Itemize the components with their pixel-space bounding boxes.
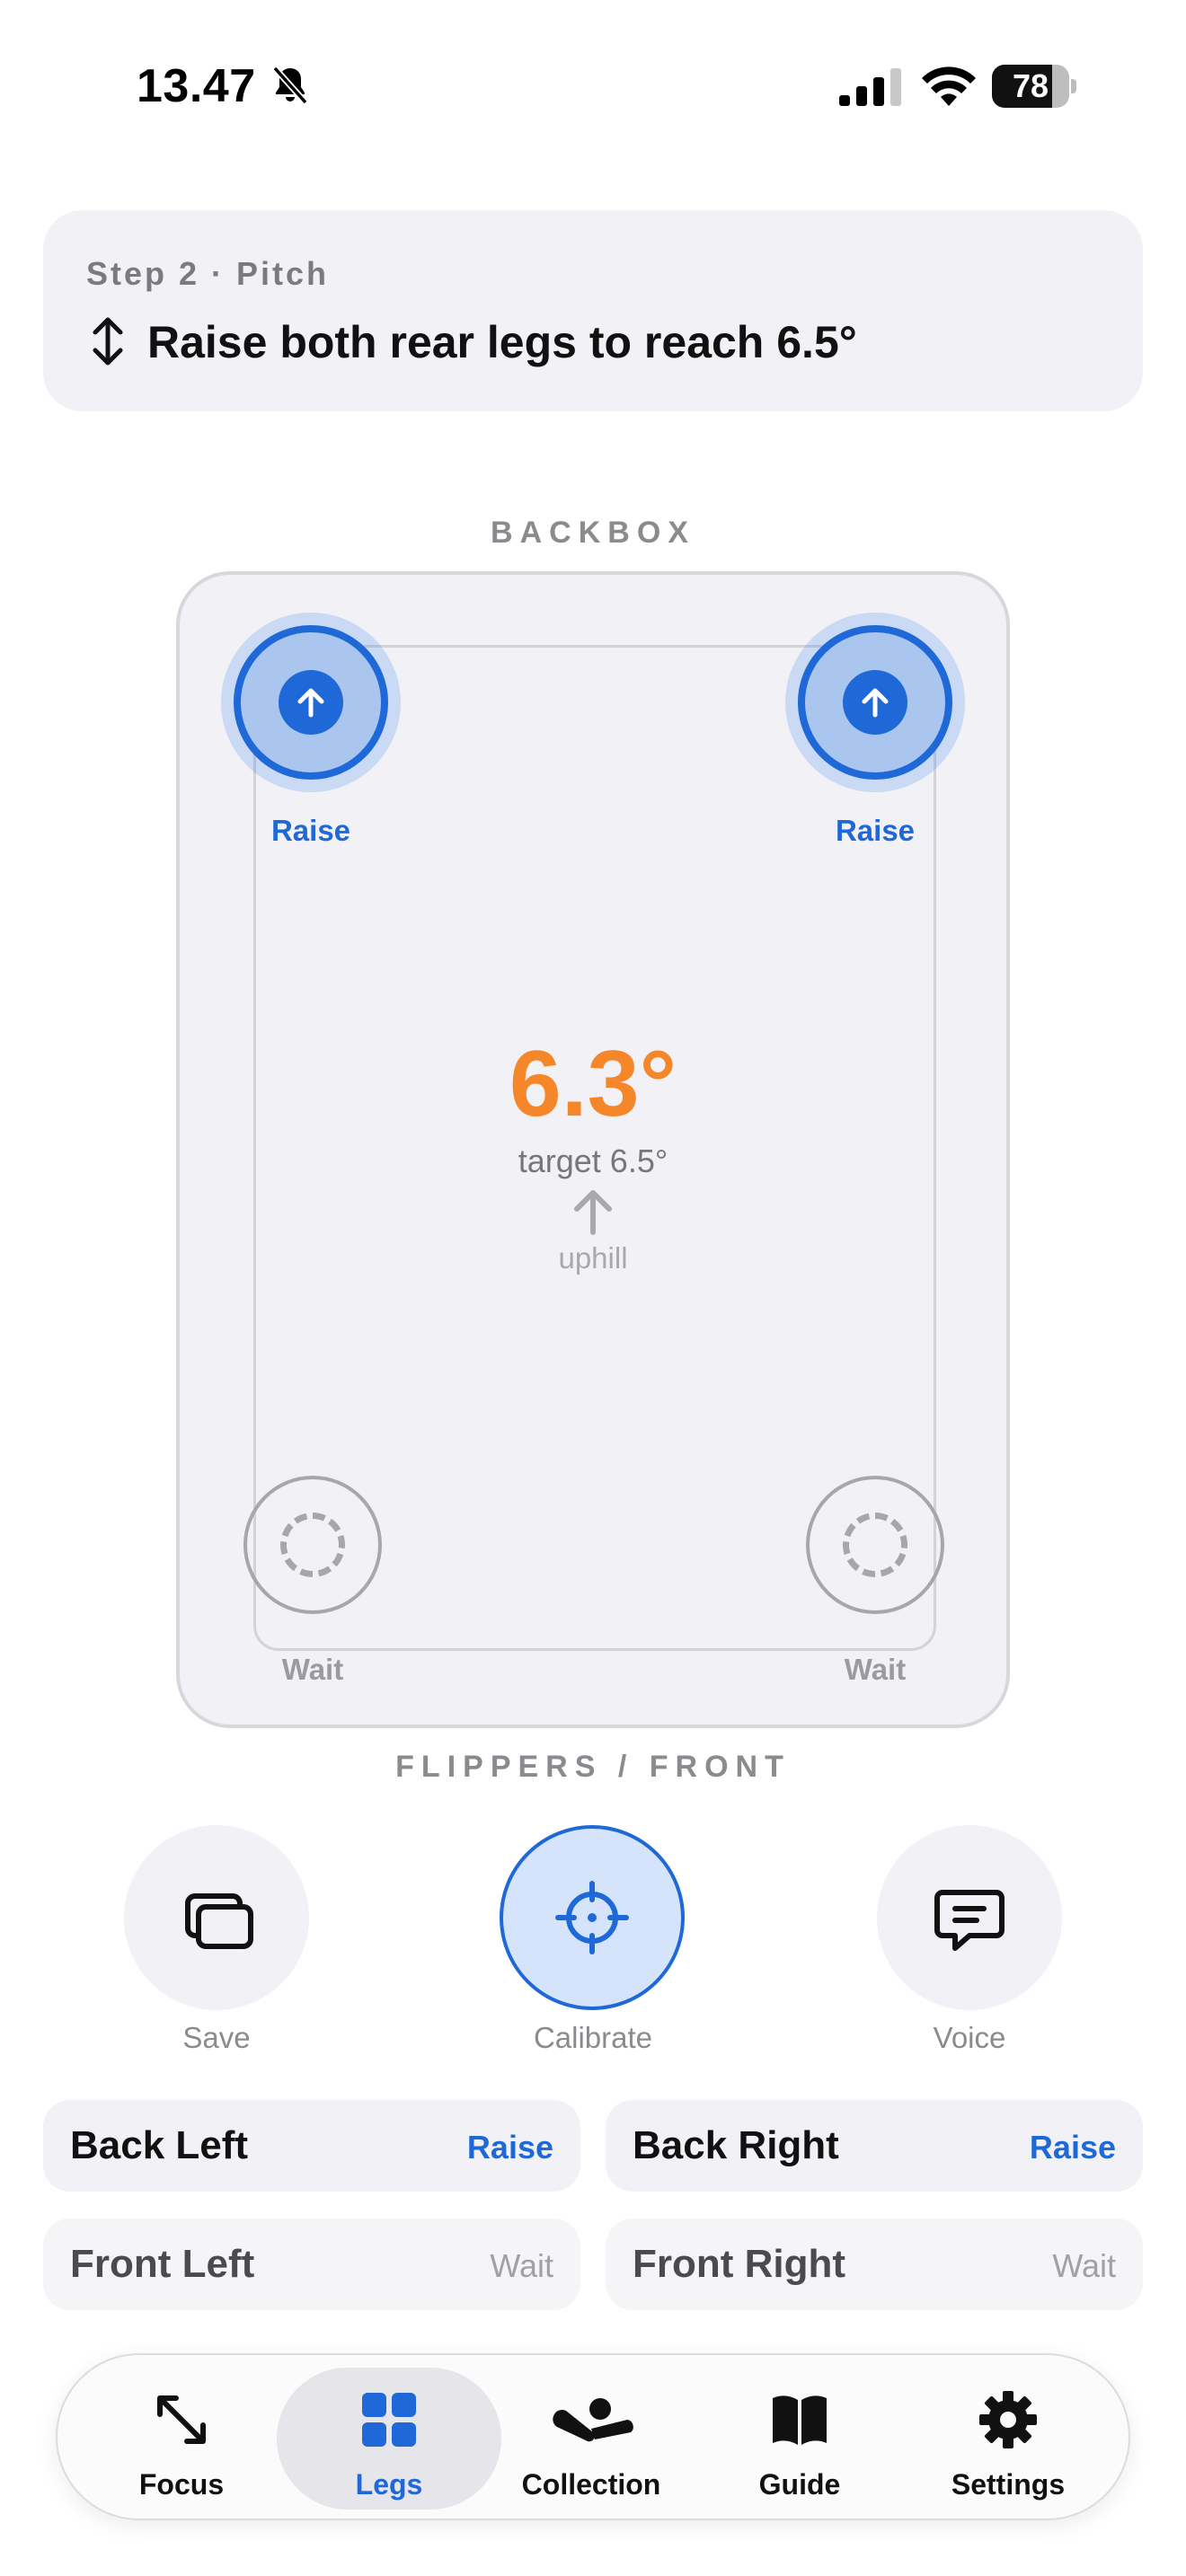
instruction-card: Step 2 · Pitch Raise both rear legs to r… [43,210,1143,411]
leg-status-back-right[interactable]: Back Right Raise [606,2100,1143,2192]
leg-back-right[interactable] [785,613,965,792]
uphill-arrow-icon [574,1190,612,1235]
wifi-icon [922,66,976,106]
battery-indicator: 78 [992,65,1076,108]
tab-bar: Focus Legs Collection Guide Settings [56,2353,1130,2520]
flipper-icon [553,2398,633,2442]
arrow-up-icon [297,688,324,718]
calibrate-label: Calibrate [533,2021,653,2054]
arrow-up-icon [862,688,889,718]
step-label: Step 2 · Pitch [86,255,330,292]
current-angle: 6.3° [509,1032,677,1136]
gear-icon [979,2391,1037,2448]
leg-front-left[interactable] [223,1455,403,1635]
leg-back-left-label: Raise [270,814,351,847]
tab-legs[interactable]: Legs [277,2355,501,2522]
status-bar: 13.47 78 [0,0,1186,171]
save-button[interactable] [124,1825,309,2010]
tab-guide[interactable]: Guide [695,2355,904,2522]
backbox-label: BACKBOX [491,516,695,550]
bell-slash-icon [272,66,308,105]
leg-back-right-label: Raise [835,814,916,847]
tab-focus[interactable]: Focus [77,2355,286,2522]
cellular-signal-icon [839,68,901,106]
target-angle: target 6.5° [518,1142,668,1179]
dashed-circle-icon [843,1513,907,1577]
cards-stack-icon [185,1893,253,1949]
status-time: 13.47 [137,60,256,112]
dashed-circle-icon [280,1513,345,1577]
battery-percent: 78 [1012,67,1049,104]
leg-front-right-label: Wait [844,1653,907,1686]
tab-settings[interactable]: Settings [904,2355,1112,2522]
grid-icon [362,2393,416,2447]
book-icon [773,2395,827,2445]
leg-status-front-right[interactable]: Front Right Wait [606,2219,1143,2310]
crosshair-icon [555,1881,629,1954]
front-label: FLIPPERS / FRONT [395,1750,791,1784]
leg-status-front-left[interactable]: Front Left Wait [43,2219,580,2310]
up-down-arrows-icon [93,317,123,366]
leg-status-back-left[interactable]: Back Left Raise [43,2100,580,2192]
voice-label: Voice [933,2021,1006,2054]
instruction-message: Raise both rear legs to reach 6.5° [147,317,857,367]
calibrate-button[interactable] [500,1825,685,2010]
leg-front-left-label: Wait [281,1653,344,1686]
tab-collection[interactable]: Collection [487,2355,695,2522]
expand-arrows-icon [157,2395,206,2444]
speech-bubble-icon [934,1890,1005,1951]
voice-button[interactable] [877,1825,1062,2010]
direction-label: uphill [558,1241,628,1275]
leg-front-right[interactable] [785,1455,965,1635]
leg-back-left[interactable] [221,613,401,792]
save-label: Save [182,2021,251,2054]
